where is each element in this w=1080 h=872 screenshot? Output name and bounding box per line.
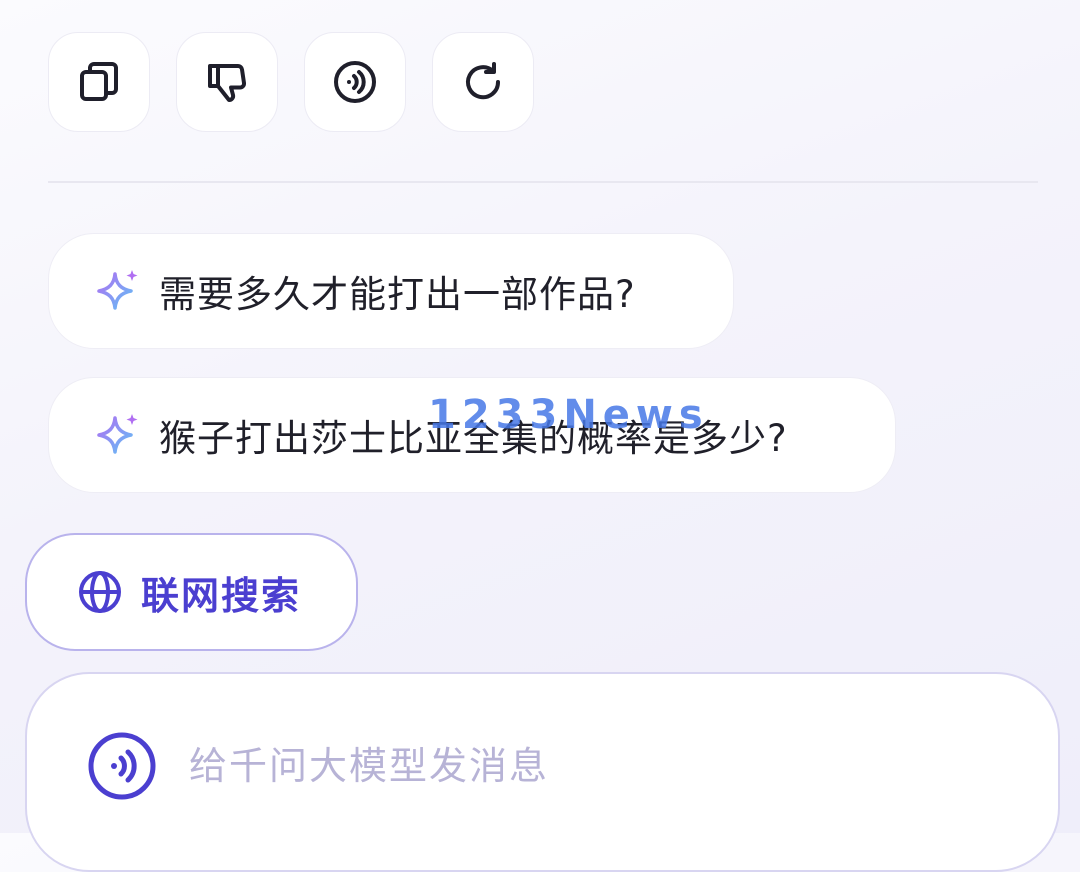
response-actions-toolbar xyxy=(48,32,534,132)
copy-button[interactable] xyxy=(48,32,150,132)
speaker-icon xyxy=(334,61,376,103)
suggested-question-text: 猴子打出莎士比亚全集的概率是多少? xyxy=(159,417,788,460)
dislike-button[interactable] xyxy=(176,32,278,132)
section-divider xyxy=(48,181,1038,183)
refresh-icon xyxy=(466,62,501,100)
web-search-toggle[interactable]: 联网搜索 xyxy=(25,533,358,651)
suggested-question-2[interactable]: 猴子打出莎士比亚全集的概率是多少? xyxy=(48,377,896,493)
message-composer xyxy=(25,672,1060,872)
thumbs-down-icon xyxy=(208,64,246,102)
sparkle-icon xyxy=(97,270,138,310)
message-input[interactable] xyxy=(189,724,1009,808)
read-aloud-button[interactable] xyxy=(304,32,406,132)
globe-icon xyxy=(79,571,121,613)
suggested-question-1[interactable]: 需要多久才能打出一部作品? xyxy=(48,233,734,349)
voice-wave-icon[interactable] xyxy=(87,731,157,801)
sparkle-icon xyxy=(97,414,138,454)
regenerate-button[interactable] xyxy=(432,32,534,132)
copy-icon xyxy=(80,62,118,101)
web-search-label: 联网搜索 xyxy=(141,573,302,618)
suggested-question-text: 需要多久才能打出一部作品? xyxy=(159,273,636,316)
